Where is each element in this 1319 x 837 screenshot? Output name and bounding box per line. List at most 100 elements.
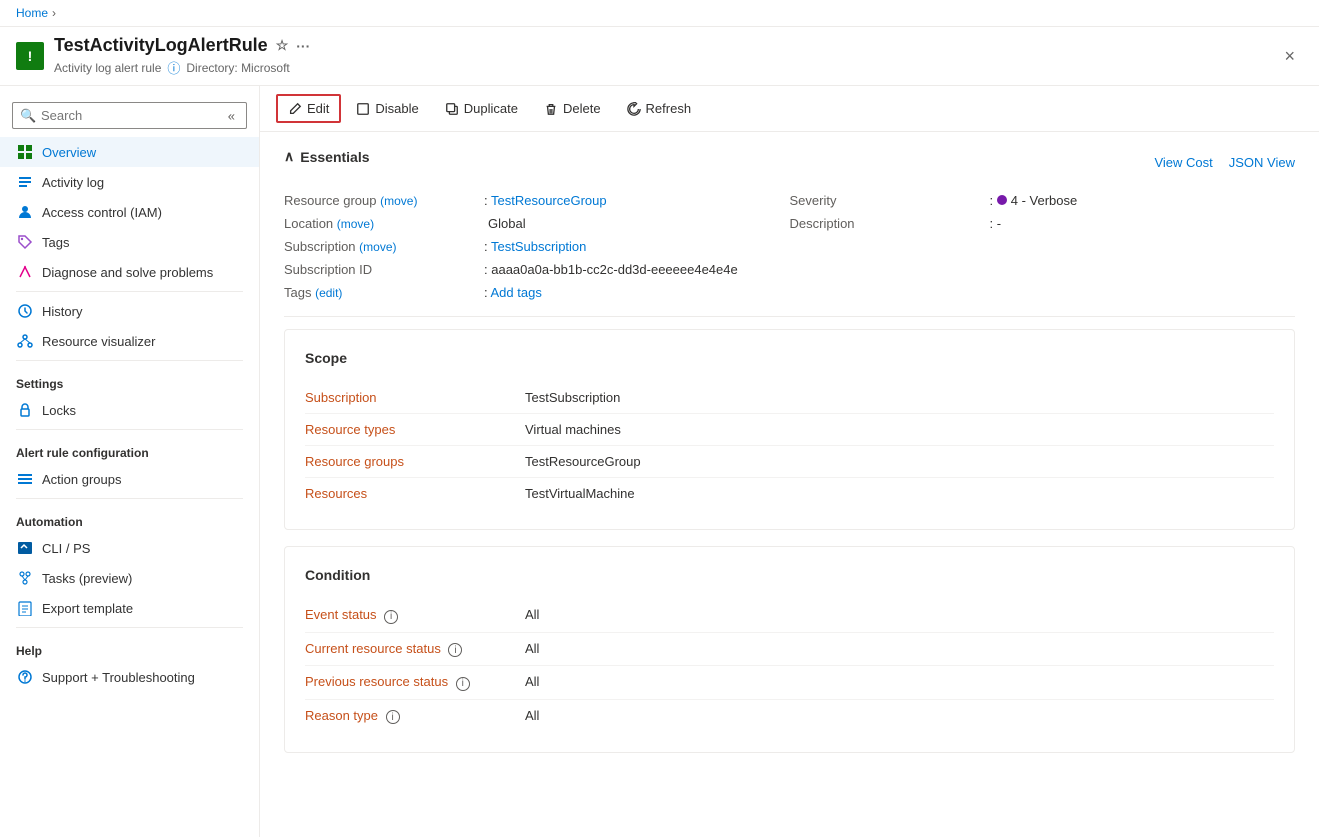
delete-icon (544, 102, 558, 116)
scope-resource-types-row: Resource types Virtual machines (305, 414, 1274, 446)
event-status-info-icon[interactable]: i (384, 610, 398, 624)
duplicate-icon (445, 102, 459, 116)
sidebar-item-support[interactable]: Support + Troubleshooting (0, 662, 259, 692)
breadcrumb-chevron: › (52, 6, 56, 20)
duplicate-button[interactable]: Duplicate (434, 95, 529, 122)
sidebar-item-tags[interactable]: Tags (0, 227, 259, 257)
severity-label: Severity (790, 193, 990, 208)
diagnose-icon (16, 263, 34, 281)
resource-group-row: Resource group (move) : TestResourceGrou… (284, 189, 790, 212)
sidebar-access-control-label: Access control (IAM) (42, 205, 162, 220)
sidebar-item-locks[interactable]: Locks (0, 395, 259, 425)
scope-card: Scope Subscription TestSubscription Reso… (284, 329, 1295, 530)
delete-button[interactable]: Delete (533, 95, 612, 122)
resource-group-label: Resource group (move) (284, 193, 484, 208)
sidebar-export-label: Export template (42, 601, 133, 616)
resource-icon: ! (16, 42, 44, 70)
essentials-header-row: ∧ Essentials View Cost JSON View (284, 148, 1295, 177)
top-bar: ! TestActivityLogAlertRule ☆ ··· Activit… (0, 27, 1319, 86)
sidebar-item-access-control[interactable]: Access control (IAM) (0, 197, 259, 227)
sidebar-item-tasks[interactable]: Tasks (preview) (0, 563, 259, 593)
add-tags-link[interactable]: Add tags (491, 285, 542, 300)
reason-type-info-icon[interactable]: i (386, 710, 400, 724)
resource-type-label: Activity log alert rule (54, 61, 161, 75)
scope-resources-row: Resources TestVirtualMachine (305, 478, 1274, 509)
scope-subscription-label: Subscription (305, 390, 525, 405)
essentials-chevron-icon: ∧ (284, 148, 294, 165)
description-value: : - (990, 216, 1002, 231)
subscription-id-row: Subscription ID : aaaa0a0a-bb1b-cc2c-dd3… (284, 258, 790, 281)
tags-icon (16, 233, 34, 251)
sidebar-action-groups-label: Action groups (42, 472, 122, 487)
resource-subtitle: Activity log alert rule ⓘ Directory: Mic… (54, 58, 1276, 77)
sidebar: 🔍 « Overview Activity log (0, 86, 260, 837)
edit-icon (288, 102, 302, 116)
subscription-link[interactable]: TestSubscription (491, 239, 586, 254)
more-options-icon[interactable]: ··· (296, 38, 310, 54)
disable-icon (356, 102, 370, 116)
sidebar-item-resource-visualizer[interactable]: Resource visualizer (0, 326, 259, 356)
subscription-move-link[interactable]: (move) (359, 240, 396, 254)
event-status-label: Event status i (305, 607, 525, 624)
reason-type-value: All (525, 708, 539, 723)
sidebar-item-history[interactable]: History (0, 296, 259, 326)
sidebar-item-export-template[interactable]: Export template (0, 593, 259, 623)
tags-edit-link[interactable]: (edit) (315, 286, 342, 300)
json-view-link[interactable]: JSON View (1229, 155, 1295, 170)
subscription-id-label: Subscription ID (284, 262, 484, 277)
sidebar-item-cli-ps[interactable]: CLI / PS (0, 533, 259, 563)
location-label: Location (move) (284, 216, 484, 231)
essentials-header: ∧ Essentials (284, 148, 370, 165)
scope-resource-groups-row: Resource groups TestResourceGroup (305, 446, 1274, 478)
resource-title-row: TestActivityLogAlertRule ☆ ··· (54, 35, 1276, 56)
severity-value: : 4 - Verbose (990, 193, 1078, 208)
sidebar-tags-label: Tags (42, 235, 69, 250)
locks-icon (16, 401, 34, 419)
view-cost-link[interactable]: View Cost (1154, 155, 1212, 170)
sidebar-item-activity-log[interactable]: Activity log (0, 167, 259, 197)
subscription-row: Subscription (move) : TestSubscription (284, 235, 790, 258)
subscription-id-value: : aaaa0a0a-bb1b-cc2c-dd3d-eeeeee4e4e4e (484, 262, 738, 277)
severity-row: Severity : 4 - Verbose (790, 189, 1296, 212)
breadcrumb-home[interactable]: Home (16, 6, 48, 20)
sidebar-support-label: Support + Troubleshooting (42, 670, 195, 685)
divider-4 (16, 498, 243, 499)
current-resource-status-value: All (525, 641, 539, 656)
collapse-sidebar-button[interactable]: « (228, 108, 235, 123)
divider-5 (16, 627, 243, 628)
current-resource-status-label: Current resource status i (305, 641, 525, 658)
sidebar-item-overview[interactable]: Overview (0, 137, 259, 167)
close-button[interactable]: × (1276, 42, 1303, 71)
scope-resources-value: TestVirtualMachine (525, 486, 635, 501)
resource-group-link[interactable]: TestResourceGroup (491, 193, 607, 208)
main-layout: 🔍 « Overview Activity log (0, 86, 1319, 837)
search-input[interactable] (12, 102, 247, 129)
breadcrumb: Home › (0, 0, 1319, 27)
sidebar-item-diagnose[interactable]: Diagnose and solve problems (0, 257, 259, 287)
subscription-value: : TestSubscription (484, 239, 586, 254)
sidebar-section-automation: Automation (0, 503, 259, 533)
directory-label: Directory: Microsoft (186, 61, 289, 75)
favorite-star-icon[interactable]: ☆ (276, 37, 289, 54)
resource-visualizer-icon (16, 332, 34, 350)
title-area: TestActivityLogAlertRule ☆ ··· Activity … (54, 35, 1276, 77)
sidebar-item-action-groups[interactable]: Action groups (0, 464, 259, 494)
current-resource-status-row: Current resource status i All (305, 633, 1274, 667)
tags-row: Tags (edit) : Add tags (284, 281, 790, 304)
location-move-link[interactable]: (move) (337, 217, 374, 231)
previous-resource-status-label: Previous resource status i (305, 674, 525, 691)
refresh-button[interactable]: Refresh (616, 95, 703, 122)
edit-button[interactable]: Edit (276, 94, 341, 123)
condition-card-title: Condition (305, 567, 1274, 583)
resource-group-move-link[interactable]: (move) (380, 194, 417, 208)
history-icon (16, 302, 34, 320)
subscription-label: Subscription (move) (284, 239, 484, 254)
current-resource-status-info-icon[interactable]: i (448, 643, 462, 657)
reason-type-label: Reason type i (305, 708, 525, 725)
event-status-row: Event status i All (305, 599, 1274, 633)
action-groups-icon (16, 470, 34, 488)
previous-resource-status-value: All (525, 674, 539, 689)
disable-button[interactable]: Disable (345, 95, 429, 122)
sidebar-diagnose-label: Diagnose and solve problems (42, 265, 213, 280)
previous-resource-status-info-icon[interactable]: i (456, 677, 470, 691)
